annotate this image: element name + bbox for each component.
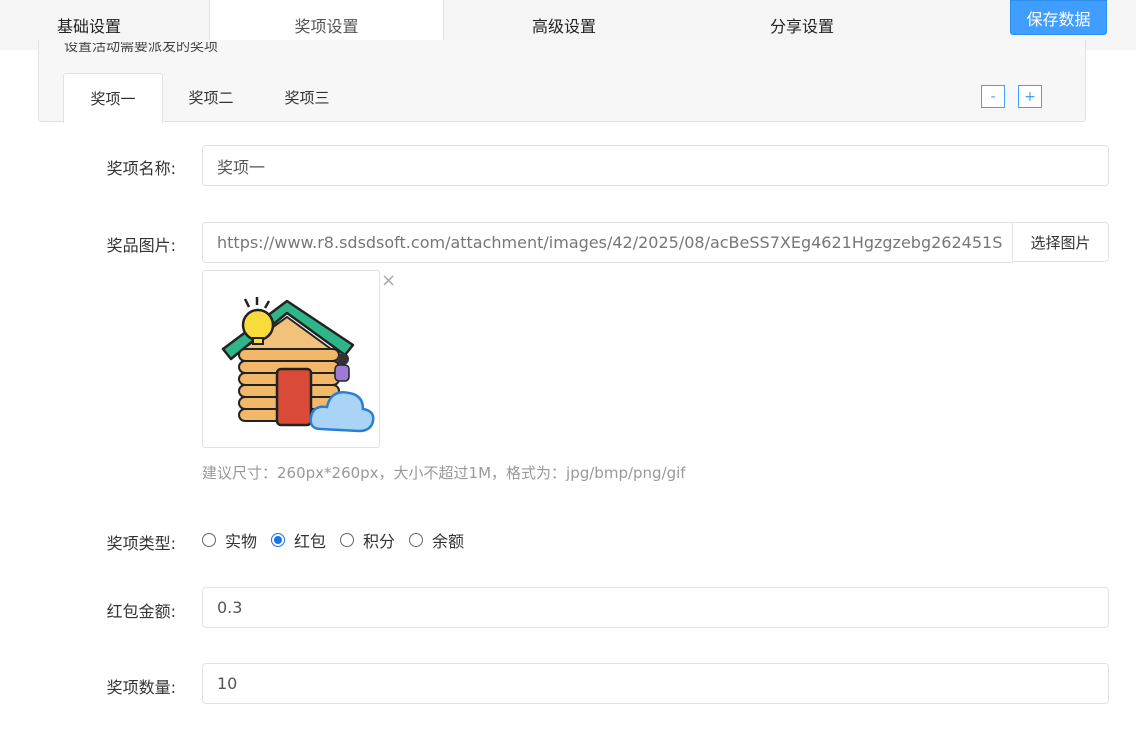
house-illustration-icon bbox=[221, 297, 375, 433]
radio-balance-label: 余额 bbox=[432, 532, 465, 551]
radio-red-packet-circle[interactable] bbox=[271, 533, 286, 547]
prize-tab-3[interactable]: 奖项三 bbox=[259, 73, 355, 122]
image-size-hint: 建议尺寸：260px*260px，大小不超过1M，格式为：jpg/bmp/png… bbox=[202, 464, 686, 482]
save-data-button[interactable]: 保存数据 bbox=[1010, 0, 1107, 35]
radio-points[interactable]: 积分 bbox=[340, 528, 395, 552]
prize-type-label: 奖项类型: bbox=[106, 534, 176, 553]
prize-tabs-panel: 设置活动需要派发的奖项 奖项一 奖项二 奖项三 - + bbox=[38, 40, 1086, 123]
amount-label: 红包金额: bbox=[106, 602, 176, 621]
radio-balance[interactable]: 余额 bbox=[409, 528, 464, 552]
radio-points-label: 积分 bbox=[363, 532, 396, 551]
radio-red-packet-label: 红包 bbox=[294, 532, 327, 551]
prize-tab-2[interactable]: 奖项二 bbox=[163, 73, 259, 122]
prize-image-label: 奖品图片: bbox=[106, 236, 176, 255]
panel-hint-text: 设置活动需要派发的奖项 bbox=[64, 42, 218, 54]
remove-image-icon[interactable]: × bbox=[381, 272, 396, 290]
radio-physical-label: 实物 bbox=[225, 532, 258, 551]
prize-count-label: 奖项数量: bbox=[106, 678, 176, 697]
prize-name-input[interactable]: 奖项一 bbox=[202, 145, 1109, 186]
prize-image-preview bbox=[202, 270, 380, 448]
remove-prize-button[interactable]: - bbox=[981, 85, 1005, 108]
radio-physical-circle[interactable] bbox=[202, 533, 216, 547]
radio-physical[interactable]: 实物 bbox=[202, 528, 257, 552]
prize-name-label: 奖项名称: bbox=[106, 159, 176, 178]
add-prize-button[interactable]: + bbox=[1018, 85, 1042, 108]
radio-red-packet[interactable]: 红包 bbox=[271, 528, 326, 552]
choose-image-button[interactable]: 选择图片 bbox=[1012, 222, 1109, 262]
prize-image-url-input[interactable]: https://www.r8.sdsdsoft.com/attachment/i… bbox=[202, 222, 1013, 263]
prize-tab-1[interactable]: 奖项一 bbox=[63, 73, 163, 123]
amount-input[interactable]: 0.3 bbox=[202, 587, 1109, 628]
prize-type-radio-group: 实物 红包 积分 余额 bbox=[202, 528, 478, 552]
prize-count-input[interactable]: 10 bbox=[202, 663, 1109, 704]
radio-points-circle[interactable] bbox=[340, 533, 355, 547]
radio-balance-circle[interactable] bbox=[409, 533, 424, 547]
